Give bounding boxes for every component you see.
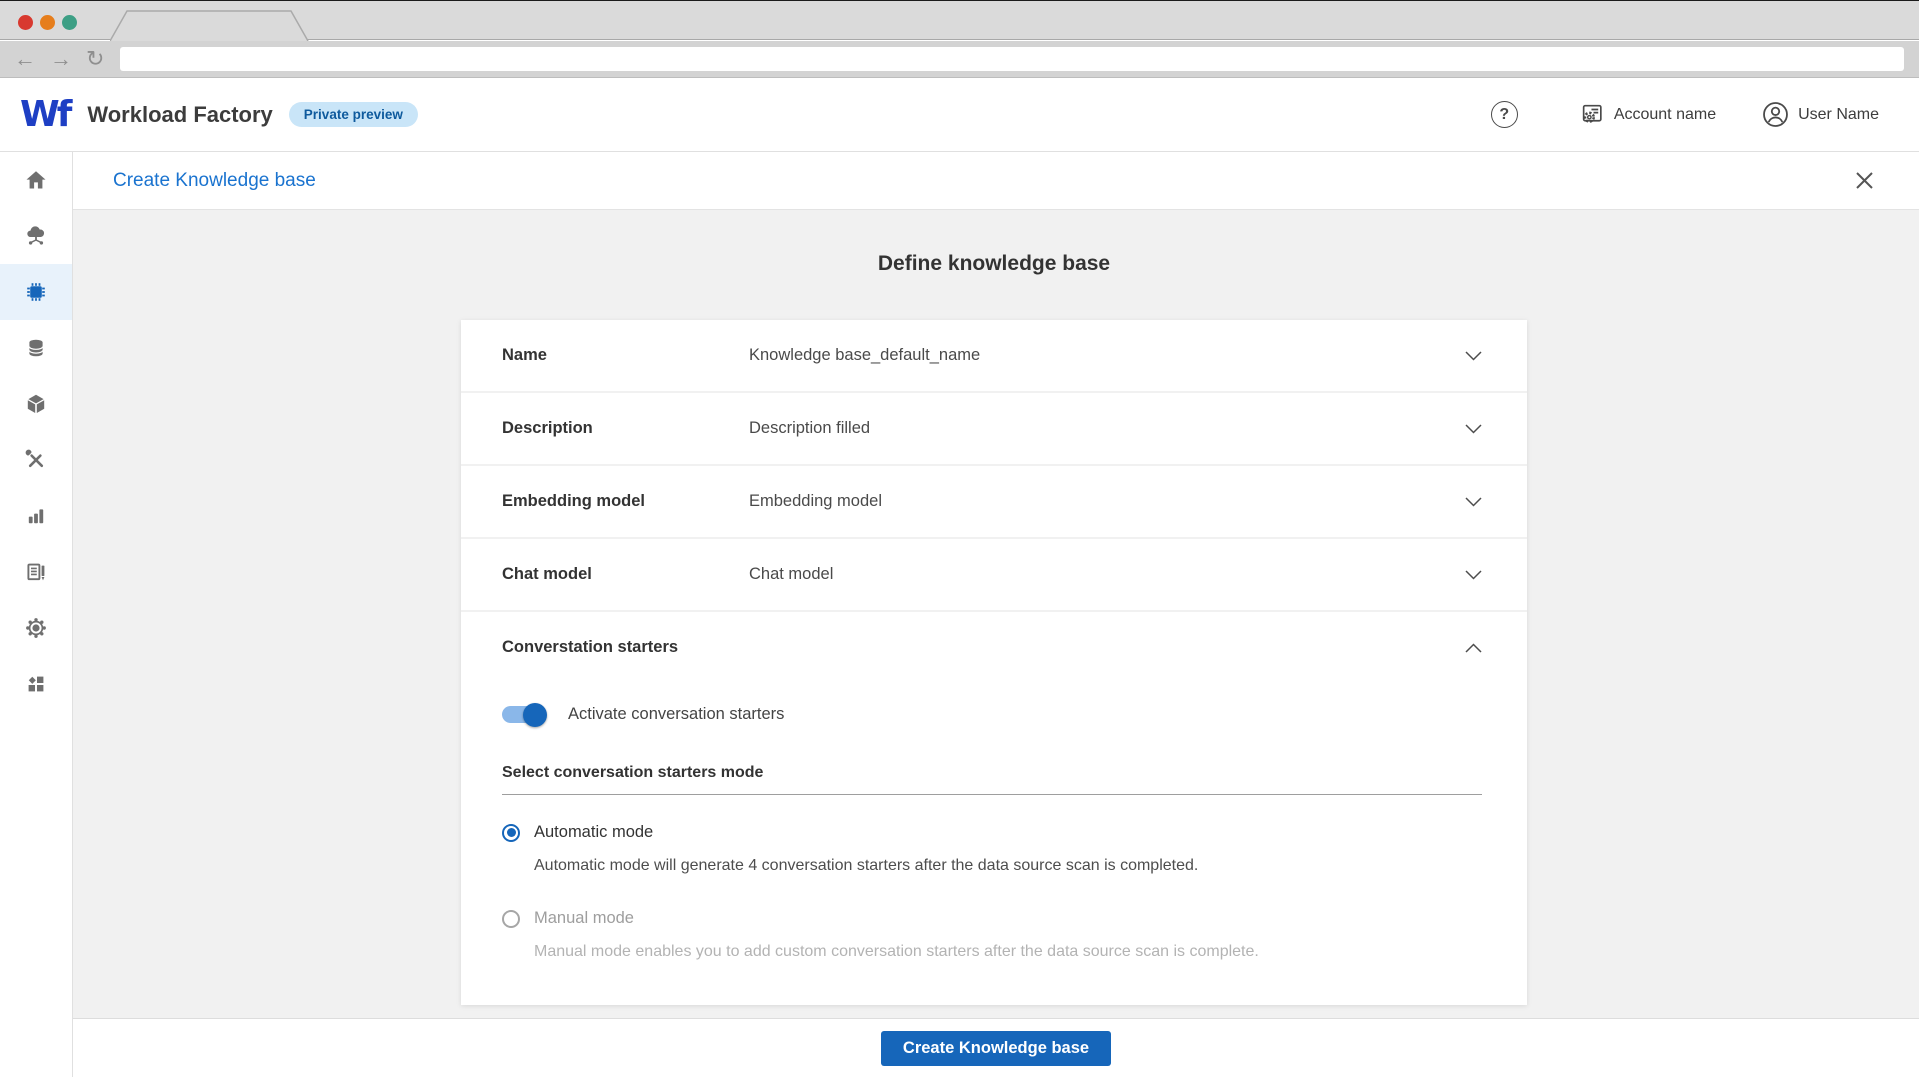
address-bar[interactable] [120,47,1905,71]
manual-mode-radio[interactable] [502,909,520,928]
sidebar-item-tools[interactable] [0,432,72,488]
sidebar-item-reports[interactable] [0,488,72,544]
forward-icon[interactable]: → [50,48,72,70]
sidebar-item-storage[interactable] [0,320,72,376]
browser-toolbar: ← → ↻ [0,41,1919,78]
manual-mode-option: Manual mode [502,909,1482,928]
user-avatar-icon [1762,101,1789,128]
user-menu[interactable]: User Name [1762,101,1879,128]
page-header: Create Knowledge base [73,152,1919,210]
automatic-mode-label: Automatic mode [534,823,654,841]
create-knowledge-base-button[interactable]: Create Knowledge base [880,1030,1112,1066]
ai-chip-icon [27,283,45,301]
manual-mode-label: Manual mode [534,909,634,927]
cube-icon [27,394,45,413]
name-value: Knowledge base_default_name [749,346,981,364]
chevron-down-icon[interactable] [1465,496,1482,507]
minimize-window-button[interactable] [40,15,55,30]
conversation-starters-section: Converstation starters Activate conversa… [461,612,1527,1005]
maximize-window-button[interactable] [62,15,77,30]
description-value: Description filled [749,419,871,437]
automatic-mode-option[interactable]: Automatic mode [502,823,1482,842]
activate-conversation-starters-toggle[interactable] [502,702,547,727]
account-name-label: Account name [1613,105,1717,123]
app-title: Workload Factory [87,101,273,127]
workload-factory-logo: Wf [20,93,72,135]
footer-bar: Create Knowledge base [73,1018,1919,1077]
sidebar [0,152,73,1077]
accordion-row-embedding-model[interactable]: Embedding model Embedding model [461,466,1527,537]
private-preview-badge: Private preview [288,102,418,127]
form-title: Define knowledge base [877,252,1111,275]
mode-divider [502,794,1482,795]
home-icon [26,171,46,189]
chevron-down-icon[interactable] [1465,423,1482,434]
conversation-starters-label: Converstation starters [502,638,679,656]
account-menu[interactable]: Account name [1580,102,1716,127]
close-window-button[interactable] [18,15,33,30]
chat-model-label: Chat model [502,565,592,583]
sidebar-item-cloud-network[interactable] [0,208,72,264]
main-content: Define knowledge base Name Knowledge bas… [73,210,1919,1018]
chat-model-value: Chat model [749,565,834,583]
bar-chart-icon [28,509,44,524]
sidebar-item-audit[interactable] [0,544,72,600]
automatic-mode-description: Automatic mode will generate 4 conversat… [534,857,1199,874]
chevron-up-icon[interactable] [1465,642,1482,653]
embedding-model-value: Embedding model [749,492,882,510]
name-label: Name [502,346,547,364]
help-icon[interactable]: ? [1490,101,1518,128]
sidebar-item-home[interactable] [0,152,72,208]
accordion-row-description[interactable]: Description Description filled [461,393,1527,464]
chevron-down-icon[interactable] [1465,569,1482,580]
chevron-down-icon[interactable] [1465,350,1482,361]
account-settings-icon [1580,102,1605,127]
tools-icon [25,449,44,468]
helm-icon [26,618,46,638]
knowledge-base-form: Name Knowledge base_default_name Descrip… [461,320,1527,1005]
user-name-label: User Name [1798,105,1879,123]
accordion-row-conversation-starters[interactable]: Converstation starters [502,612,1482,683]
reload-icon[interactable]: ↻ [86,48,104,70]
back-icon[interactable]: ← [14,48,36,70]
manual-mode-description: Manual mode enables you to add custom co… [534,943,1259,960]
toggle-label: Activate conversation starters [568,705,785,723]
accordion-row-name[interactable]: Name Knowledge base_default_name [461,320,1527,391]
apps-grid-icon [28,676,44,692]
database-icon [28,339,44,357]
description-label: Description [502,419,593,437]
sidebar-item-settings[interactable] [0,600,72,656]
browser-tab[interactable] [110,10,310,41]
report-pencil-icon [27,563,45,581]
sidebar-item-marketplace[interactable] [0,656,72,712]
close-icon[interactable] [1855,171,1874,190]
page-title: Create Knowledge base [113,169,316,191]
sidebar-item-ai-knowledge-bases[interactable] [0,264,72,320]
sidebar-item-volumes[interactable] [0,376,72,432]
app-header: Wf Workload Factory Private preview ? Ac… [0,78,1919,152]
accordion-row-chat-model[interactable]: Chat model Chat model [461,539,1527,610]
embedding-model-label: Embedding model [502,492,646,510]
mode-title: Select conversation starters mode [502,764,764,781]
cloud-network-icon [27,226,45,245]
automatic-mode-radio[interactable] [502,823,520,842]
browser-titlebar [0,0,1919,41]
